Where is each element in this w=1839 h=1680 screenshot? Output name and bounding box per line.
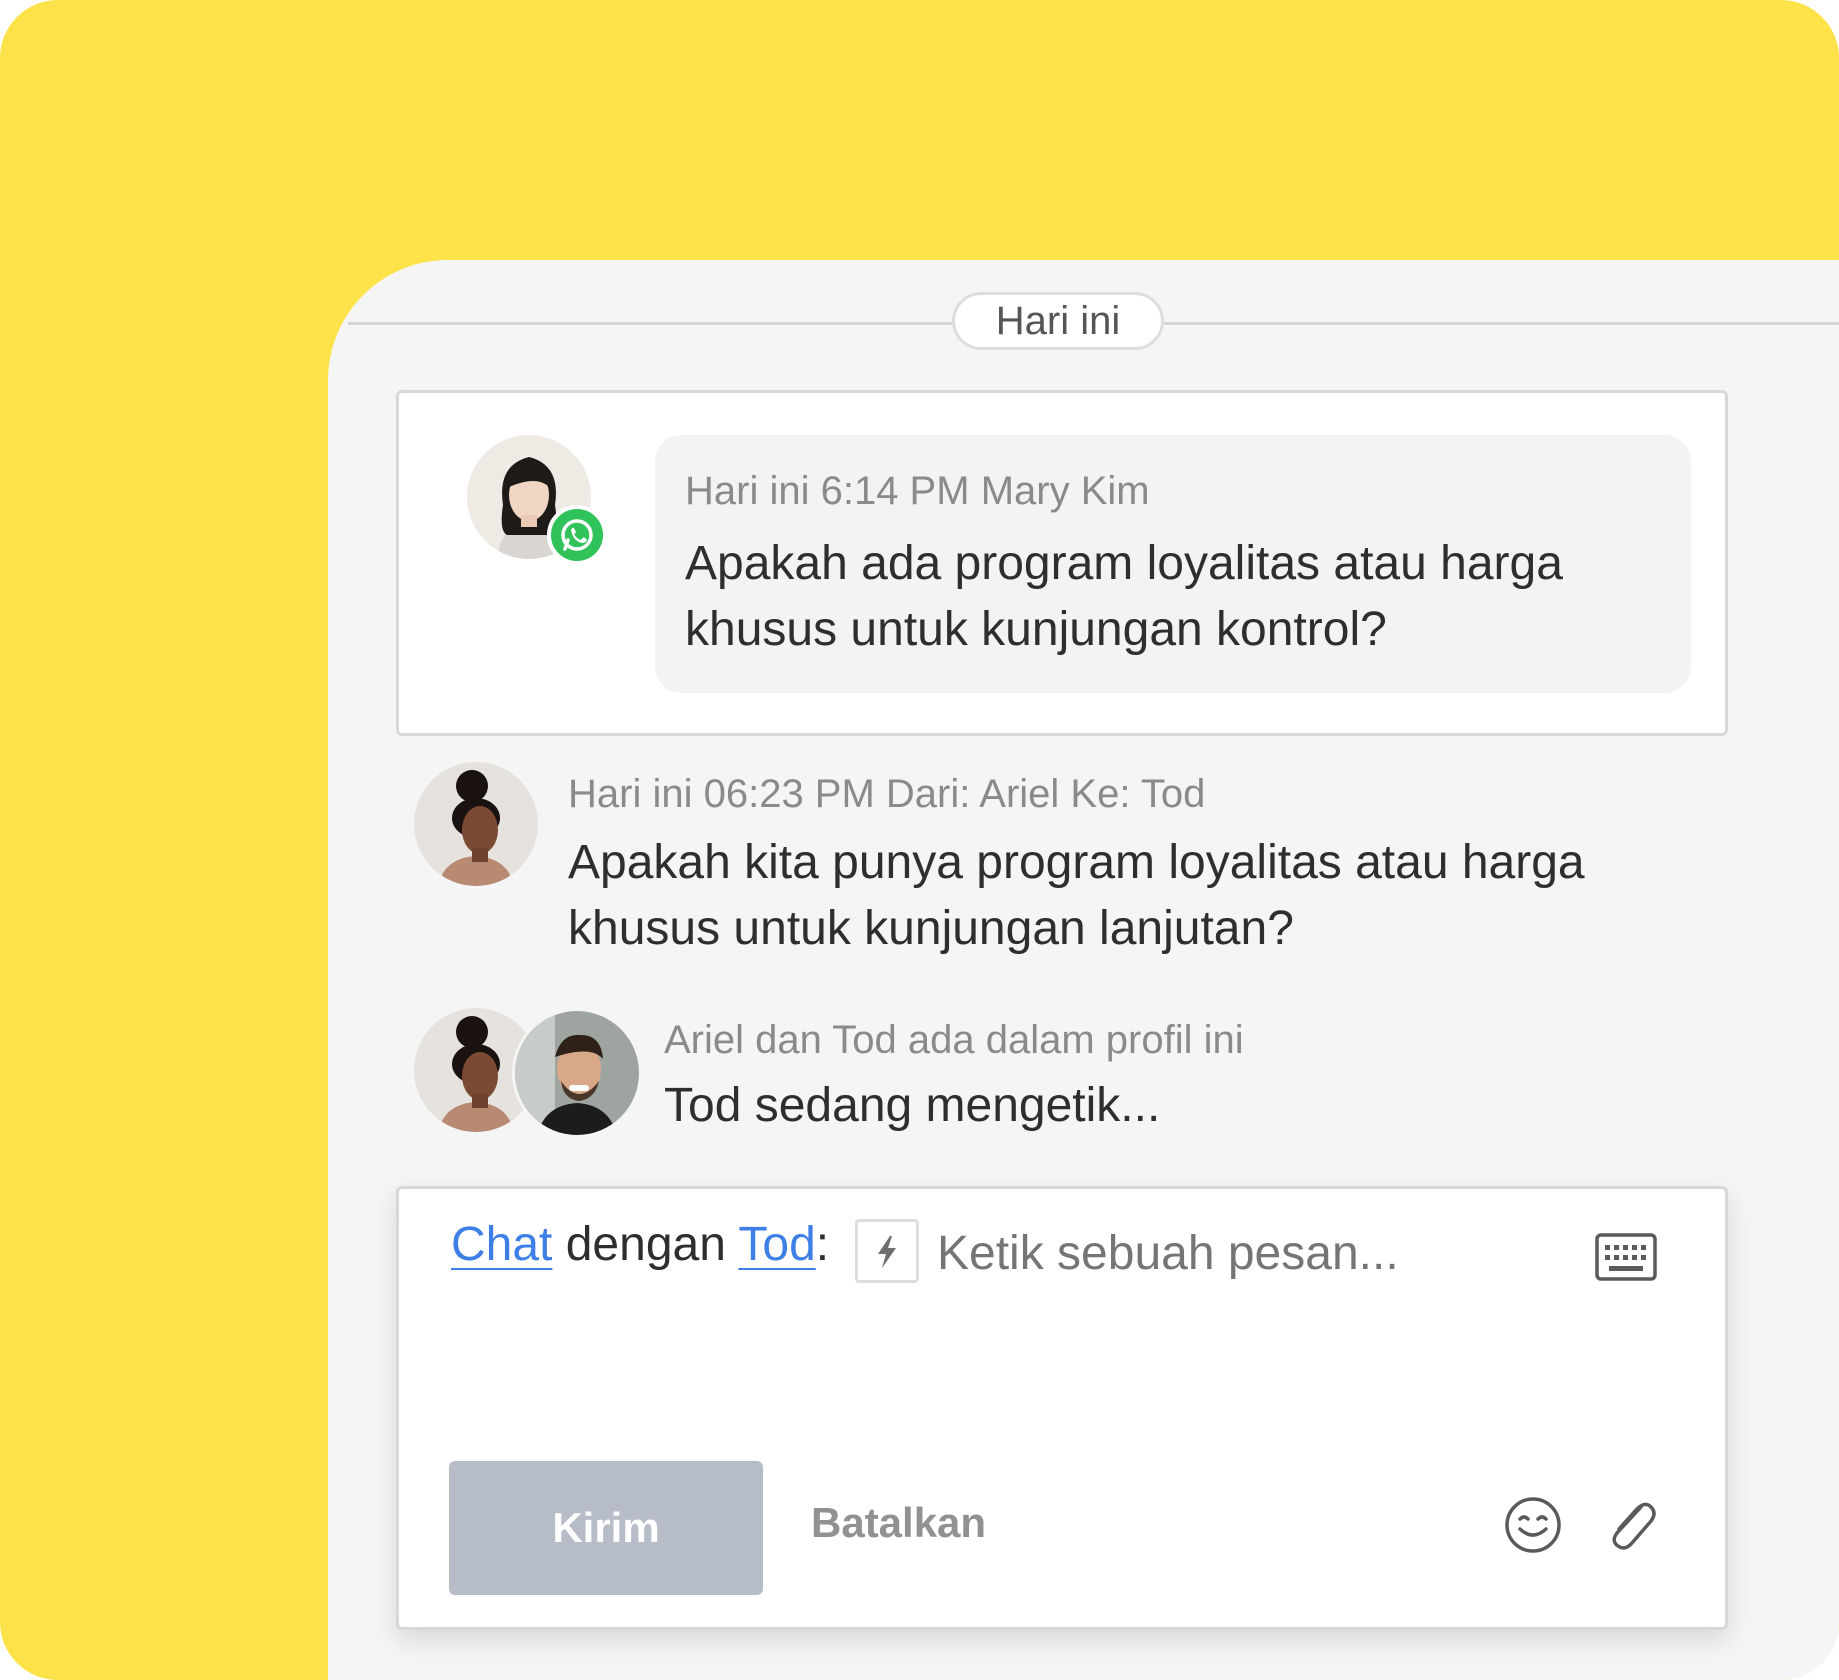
message-body: Apakah ada program loyalitas atau harga … [685, 531, 1563, 663]
message-input[interactable] [935, 1219, 1639, 1287]
emoji-icon[interactable] [1503, 1495, 1563, 1560]
avatar-tod-presence [512, 1008, 642, 1138]
compose-header: Chat dengan Tod: [451, 1217, 829, 1272]
presence-info: Ariel dan Tod ada dalam profil ini [664, 1018, 1244, 1062]
message-line: khusus untuk kunjungan kontrol? [685, 603, 1387, 656]
keyboard-icon[interactable] [1595, 1233, 1657, 1286]
divider-line-left [348, 322, 952, 325]
message-line: Apakah ada program loyalitas atau harga [685, 537, 1563, 590]
message-meta: Hari ini 6:14 PM Mary Kim [685, 469, 1150, 514]
cancel-button[interactable]: Batalkan [811, 1499, 986, 1547]
compose-with-label: dengan [565, 1218, 726, 1271]
divider-line-right [1164, 322, 1839, 325]
quick-reply-button[interactable] [855, 1219, 919, 1283]
message-meta: Hari ini 06:23 PM Dari: Ariel Ke: Tod [568, 772, 1205, 817]
message-bubble: Hari ini 6:14 PM Mary Kim Apakah ada pro… [655, 435, 1691, 693]
message-line: Apakah kita punya program loyalitas atau… [568, 836, 1585, 889]
compose-box: Chat dengan Tod: Ketik sebuah pesan... K… [396, 1186, 1728, 1630]
avatar-tod-presence-image [515, 1011, 639, 1135]
message-body: Apakah kita punya program loyalitas atau… [568, 830, 1585, 962]
attachment-icon[interactable] [1601, 1495, 1659, 1560]
chat-mode-link[interactable]: Chat [451, 1218, 552, 1271]
message-sender: Mary Kim [980, 469, 1150, 513]
message-line: khusus untuk kunjungan lanjutan? [568, 902, 1294, 955]
message-timestamp: Hari ini 06:23 PM [568, 772, 875, 816]
page-background: Hari ini Hari ini 6:14 PM Mary Kim Apaka… [0, 0, 1839, 1680]
avatar-ariel[interactable] [414, 762, 538, 886]
whatsapp-icon [547, 505, 607, 565]
compose-colon: : [815, 1218, 830, 1271]
message-route: Dari: Ariel Ke: Tod [885, 772, 1206, 816]
lightning-icon [878, 1236, 896, 1268]
avatar-ariel-image [414, 762, 538, 886]
typing-indicator: Tod sedang mengetik... [664, 1079, 1161, 1132]
conversation-panel: Hari ini Hari ini 6:14 PM Mary Kim Apaka… [328, 260, 1839, 1680]
message-card-highlighted[interactable]: Hari ini 6:14 PM Mary Kim Apakah ada pro… [396, 390, 1728, 736]
recipient-link[interactable]: Tod [738, 1218, 815, 1271]
message-timestamp: Hari ini 6:14 PM [685, 469, 970, 513]
date-divider: Hari ini [952, 292, 1164, 350]
send-button[interactable]: Kirim [449, 1461, 763, 1595]
